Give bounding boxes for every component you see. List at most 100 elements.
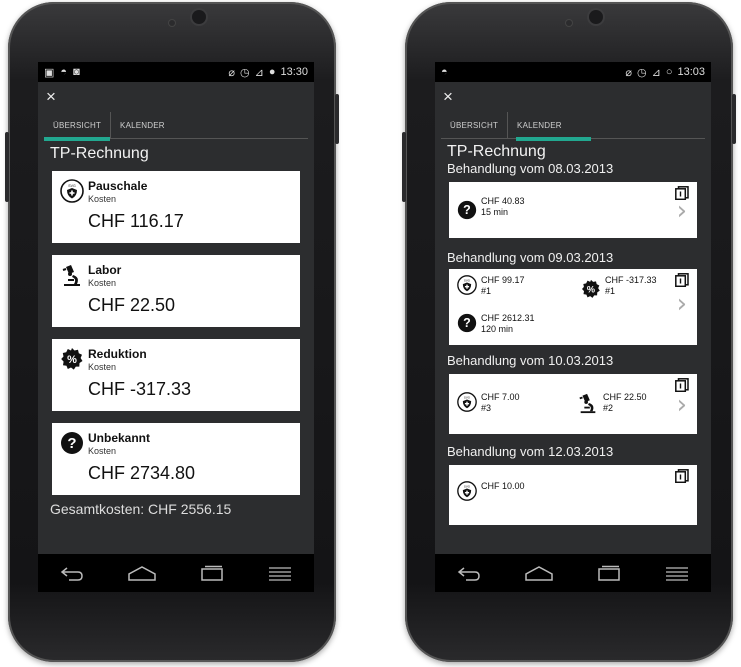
shield-icon bbox=[457, 392, 477, 412]
treatment-card[interactable]: CHF 7.00 #3 CHF 22.50 #2 › bbox=[449, 374, 697, 434]
tab-uebersicht[interactable]: ÜBERSICHT bbox=[441, 112, 507, 138]
nfc-icon: ⌀ bbox=[625, 66, 632, 79]
entry-detail: #1 bbox=[605, 286, 616, 296]
copy-icon[interactable] bbox=[675, 273, 689, 287]
phone-frame-right: ◓ ⌀ ◷ ⊿ ○ 13:03 × ÜBERSICHT KALENDER TP-… bbox=[402, 2, 736, 662]
close-icon[interactable]: × bbox=[46, 87, 56, 107]
home-icon[interactable] bbox=[524, 565, 554, 581]
shield-icon bbox=[60, 179, 84, 203]
category-card-unbekannt[interactable]: Unbekannt Kosten CHF 2734.80 bbox=[52, 423, 300, 495]
signal-icon: ⊿ bbox=[651, 66, 661, 79]
category-sub: Kosten bbox=[88, 278, 117, 288]
tab-label: ÜBERSICHT bbox=[53, 120, 102, 130]
treatment-card[interactable]: CHF 99.17 #1 CHF -317.33 #1 CHF 2612.31 120… bbox=[449, 269, 697, 345]
treatment-entry: CHF -317.33 #1 bbox=[581, 275, 657, 299]
alarm-icon: ◷ bbox=[239, 66, 250, 79]
home-icon[interactable] bbox=[127, 565, 157, 581]
category-card-pauschale[interactable]: Pauschale Kosten CHF 116.17 bbox=[52, 171, 300, 243]
power-button bbox=[732, 94, 736, 144]
category-name: Pauschale bbox=[88, 179, 148, 193]
treatment-entry: CHF 7.00 #3 bbox=[457, 392, 520, 414]
status-bar: ▣ ◓ ◙ ⌀ ◷ ⊿ ● 13:30 bbox=[38, 62, 314, 82]
question-icon bbox=[457, 313, 477, 333]
nav-bar bbox=[38, 554, 314, 592]
android-notification-icon: ◓ bbox=[441, 66, 448, 78]
microscope-icon bbox=[60, 263, 84, 287]
category-card-reduktion[interactable]: Reduktion Kosten CHF -317.33 bbox=[52, 339, 300, 411]
entry-amount: CHF -317.33 bbox=[605, 275, 657, 285]
treatment-date-header: Behandlung vom 12.03.2013 bbox=[447, 444, 614, 459]
tape-notification-icon: ◙ bbox=[73, 65, 80, 78]
question-icon bbox=[60, 431, 84, 455]
tab-label: ÜBERSICHT bbox=[450, 120, 499, 130]
phone-frame-left: ▣ ◓ ◙ ⌀ ◷ ⊿ ● 13:30 × ÜBERSICHT KALENDER bbox=[5, 2, 339, 662]
entry-amount: CHF 22.50 bbox=[603, 392, 647, 402]
chevron-right-icon[interactable]: › bbox=[677, 291, 687, 317]
app-bar: × bbox=[38, 82, 314, 112]
power-button bbox=[335, 94, 339, 144]
entry-detail: #2 bbox=[603, 403, 614, 413]
treatment-date-header: Behandlung vom 09.03.2013 bbox=[447, 250, 614, 265]
entry-detail: 120 min bbox=[481, 324, 514, 334]
treatment-entry: CHF 22.50 #2 bbox=[577, 392, 647, 414]
treatment-entry: CHF 40.83 15 min bbox=[457, 196, 525, 220]
chevron-right-icon[interactable]: › bbox=[677, 198, 687, 224]
category-name: Labor bbox=[88, 263, 122, 277]
entry-amount: CHF 99.17 bbox=[481, 275, 525, 285]
front-camera bbox=[192, 10, 206, 24]
page-title: TP-Rechnung bbox=[50, 145, 149, 162]
entry-amount: CHF 40.83 bbox=[481, 196, 525, 206]
nav-bar bbox=[435, 554, 711, 592]
treatment-entry: CHF 99.17 #1 bbox=[457, 275, 525, 297]
tab-bar: ÜBERSICHT KALENDER bbox=[441, 112, 705, 141]
category-amount: CHF 2734.80 bbox=[88, 463, 196, 483]
screen-right: ◓ ⌀ ◷ ⊿ ○ 13:03 × ÜBERSICHT KALENDER TP-… bbox=[435, 62, 711, 592]
recent-apps-icon[interactable] bbox=[199, 565, 225, 581]
category-sub: Kosten bbox=[88, 446, 117, 456]
treatment-date-header: Behandlung vom 10.03.2013 bbox=[447, 353, 614, 368]
chevron-right-icon[interactable]: › bbox=[677, 392, 687, 418]
entry-amount: CHF 2612.31 bbox=[481, 313, 535, 323]
copy-icon[interactable] bbox=[675, 469, 689, 483]
back-icon[interactable] bbox=[456, 565, 482, 581]
tab-label: KALENDER bbox=[120, 120, 165, 130]
entry-detail: #1 bbox=[481, 286, 492, 296]
earpiece-speaker bbox=[169, 20, 175, 26]
entry-amount: CHF 7.00 bbox=[481, 392, 520, 402]
signal-icon: ⊿ bbox=[254, 66, 264, 79]
clock-time: 13:03 bbox=[677, 66, 705, 78]
entry-detail: #3 bbox=[481, 403, 492, 413]
microscope-icon bbox=[577, 392, 599, 414]
tab-kalender[interactable]: KALENDER bbox=[507, 112, 591, 141]
category-name: Reduktion bbox=[88, 347, 147, 361]
category-sub: Kosten bbox=[88, 362, 117, 372]
category-amount: CHF 116.17 bbox=[88, 211, 184, 231]
treatment-card[interactable]: CHF 10.00 bbox=[449, 465, 697, 525]
alarm-icon: ◷ bbox=[636, 66, 647, 79]
tab-kalender[interactable]: KALENDER bbox=[110, 112, 174, 138]
back-icon[interactable] bbox=[59, 565, 85, 581]
category-card-labor[interactable]: Labor Kosten CHF 22.50 bbox=[52, 255, 300, 327]
treatment-entry: CHF 2612.31 120 min bbox=[457, 313, 535, 335]
tab-uebersicht[interactable]: ÜBERSICHT bbox=[44, 112, 111, 141]
status-bar: ◓ ⌀ ◷ ⊿ ○ 13:03 bbox=[435, 62, 711, 82]
tab-bar: ÜBERSICHT KALENDER bbox=[44, 112, 308, 141]
tab-label: KALENDER bbox=[517, 120, 562, 130]
entry-detail: 15 min bbox=[481, 207, 509, 217]
app-bar: × bbox=[435, 82, 711, 112]
menu-icon[interactable] bbox=[664, 565, 690, 581]
front-camera bbox=[589, 10, 603, 24]
close-icon[interactable]: × bbox=[443, 87, 453, 107]
page-title: TP-Rechnung bbox=[447, 143, 546, 160]
question-icon bbox=[457, 200, 477, 220]
category-sub: Kosten bbox=[88, 194, 117, 204]
recent-apps-icon[interactable] bbox=[596, 565, 622, 581]
earpiece-speaker bbox=[566, 20, 572, 26]
menu-icon[interactable] bbox=[267, 565, 293, 581]
volume-button bbox=[5, 132, 9, 202]
battery-icon: ○ bbox=[665, 66, 673, 78]
treatment-card[interactable]: CHF 40.83 15 min › bbox=[449, 182, 697, 238]
clock-time: 13:30 bbox=[280, 66, 308, 78]
category-name: Unbekannt bbox=[88, 431, 151, 445]
treatment-entry: CHF 10.00 bbox=[457, 481, 525, 501]
